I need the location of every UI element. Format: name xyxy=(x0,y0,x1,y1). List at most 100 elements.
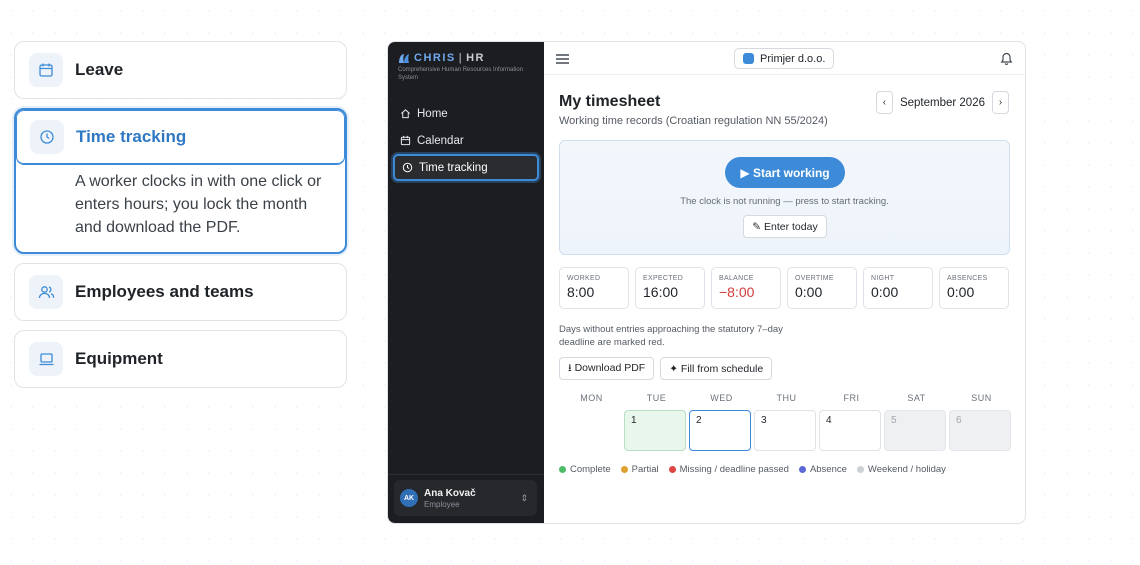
feature-card-employees[interactable]: Employees and teams xyxy=(14,263,347,321)
legend-label: Absence xyxy=(809,464,847,475)
calendar-day[interactable]: 1 xyxy=(624,410,686,451)
calendar-week: 1 2 3 4 5 6 xyxy=(559,410,1014,451)
brand-suffix: HR xyxy=(466,52,485,64)
stat-label: OVERTIME xyxy=(795,275,834,282)
stat-overtime: OVERTIME 0:00 xyxy=(787,267,857,309)
feature-card-leave[interactable]: Leave xyxy=(14,41,347,99)
deadline-note: Days without entries approaching the sta… xyxy=(559,324,783,348)
weekday-label: FRI xyxy=(843,393,860,403)
feature-title: Equipment xyxy=(75,349,163,368)
page-subtitle: Working time records (Croatian regulatio… xyxy=(559,115,828,127)
sidebar-item-label: Time tracking xyxy=(419,161,488,174)
sidebar: CHRIS | HR Comprehensive Human Resources… xyxy=(388,42,544,523)
sidebar-nav: Home Calendar Time tracking xyxy=(388,100,544,181)
menu-icon[interactable] xyxy=(555,52,570,70)
enter-today-button[interactable]: ✎ Enter today xyxy=(743,215,827,238)
weekday-label: THU xyxy=(776,393,797,403)
stat-balance: BALANCE −8:00 xyxy=(711,267,781,309)
calendar-legend: Complete Partial Missing / deadline pass… xyxy=(559,464,956,475)
calendar-day[interactable]: 5 xyxy=(884,410,946,451)
month-navigator: ‹ September 2026 › xyxy=(875,91,1009,114)
clock-panel: ▶ Start working The clock is not running… xyxy=(559,140,1010,255)
legend-item: Absence xyxy=(798,464,847,475)
stat-label: EXPECTED xyxy=(643,275,684,282)
legend-dot xyxy=(668,466,676,473)
feature-list: Leave Time tracking A worker clocks in w… xyxy=(14,41,347,397)
sidebar-item-home[interactable]: Home xyxy=(393,100,539,127)
month-label: September 2026 xyxy=(899,96,985,109)
stat-value: 16:00 xyxy=(643,284,679,300)
next-month-button[interactable]: › xyxy=(992,91,1009,114)
stat-label: WORKED xyxy=(567,275,601,282)
stat-value: 0:00 xyxy=(795,284,823,300)
stat-value: 8:00 xyxy=(567,284,595,300)
sidebar-item-calendar[interactable]: Calendar xyxy=(393,127,539,154)
calendar-icon xyxy=(29,53,63,87)
home-icon xyxy=(401,109,410,119)
topbar: Primjer d.o.o. xyxy=(544,42,1025,75)
logo-icon xyxy=(399,53,409,63)
feature-title: Leave xyxy=(75,60,124,79)
feature-card-time-tracking[interactable]: Time tracking A worker clocks in with on… xyxy=(14,108,347,254)
legend-dot xyxy=(559,466,566,473)
start-working-button[interactable]: ▶ Start working xyxy=(725,157,845,188)
feature-title: Employees and teams xyxy=(75,282,254,301)
laptop-icon xyxy=(29,342,63,376)
legend-item: Partial xyxy=(620,464,659,475)
avatar: AK xyxy=(400,489,418,507)
calendar-day[interactable]: 4 xyxy=(819,410,881,451)
main-content: Primjer d.o.o. My timesheet Working time… xyxy=(544,42,1025,523)
brand-name: CHRIS xyxy=(414,52,456,64)
legend-label: Complete xyxy=(570,464,611,475)
page-title: My timesheet xyxy=(559,93,661,110)
stat-night: NIGHT 0:00 xyxy=(863,267,933,309)
stat-value: 0:00 xyxy=(947,284,975,300)
legend-dot xyxy=(798,466,806,473)
fill-from-schedule-button[interactable]: ✦ Fill from schedule xyxy=(660,357,773,380)
legend-label: Missing / deadline passed xyxy=(679,464,789,475)
prev-month-button[interactable]: ‹ xyxy=(875,91,893,114)
weekday-label: SUN xyxy=(971,393,992,403)
company-name: Primjer d.o.o. xyxy=(760,52,826,65)
legend-item: Complete xyxy=(559,464,611,475)
calendar-day[interactable]: 2 xyxy=(689,410,751,451)
chevron-updown-icon: ⇕ xyxy=(520,492,528,503)
user-role: Employee xyxy=(424,499,460,509)
legend-dot xyxy=(856,466,864,473)
calendar-day-empty xyxy=(559,410,621,451)
legend-item: Weekend / holiday xyxy=(856,464,946,475)
stat-label: BALANCE xyxy=(719,275,754,282)
calendar-day[interactable]: 6 xyxy=(949,410,1011,451)
sidebar-item-time-tracking[interactable]: Time tracking xyxy=(393,154,539,181)
calendar-weekdays: MON TUE WED THU FRI SAT SUN xyxy=(559,393,1014,403)
feature-description: A worker clocks in with one click or ent… xyxy=(75,173,322,236)
calendar-day[interactable]: 3 xyxy=(754,410,816,451)
weekday-label: SAT xyxy=(907,393,926,403)
user-menu[interactable]: AK Ana Kovač Employee ⇕ xyxy=(394,480,537,516)
weekday-label: MON xyxy=(580,393,603,403)
legend-label: Weekend / holiday xyxy=(867,464,946,475)
action-bar: ⭳ Download PDF ✦ Fill from schedule xyxy=(559,357,778,380)
feature-card-equipment[interactable]: Equipment xyxy=(14,330,347,388)
weekday-label: TUE xyxy=(646,393,667,403)
stats-row: WORKED 8:00 EXPECTED 16:00 BALANCE −8:00… xyxy=(559,267,1009,309)
bell-icon[interactable] xyxy=(1000,51,1013,70)
divider xyxy=(388,474,544,475)
legend-item: Missing / deadline passed xyxy=(668,464,789,475)
feature-title: Time tracking xyxy=(76,127,187,146)
company-icon xyxy=(743,53,754,64)
legend-dot xyxy=(620,466,628,473)
company-selector[interactable]: Primjer d.o.o. xyxy=(734,48,835,69)
brand-separator: | xyxy=(458,52,464,64)
weekday-label: WED xyxy=(710,393,733,403)
brand: CHRIS | HR Comprehensive Human Resources… xyxy=(388,42,544,82)
sidebar-item-label: Home xyxy=(417,107,448,120)
clock-status: The clock is not running — press to star… xyxy=(680,196,889,207)
stat-value: −8:00 xyxy=(719,284,755,300)
stat-value: 0:00 xyxy=(871,284,899,300)
users-icon xyxy=(29,275,63,309)
download-pdf-button[interactable]: ⭳ Download PDF xyxy=(559,357,655,380)
user-name: Ana Kovač xyxy=(424,487,476,499)
stat-expected: EXPECTED 16:00 xyxy=(635,267,705,309)
stat-label: NIGHT xyxy=(871,275,895,282)
